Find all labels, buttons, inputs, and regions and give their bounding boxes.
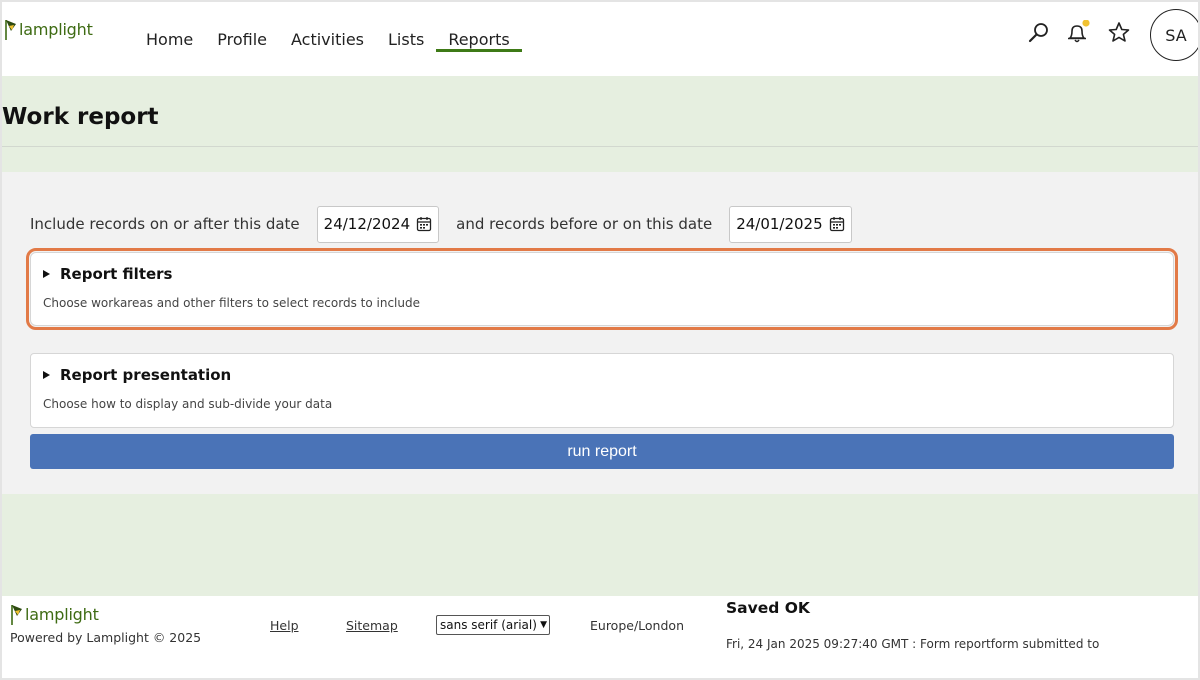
content-spacer: [2, 494, 1198, 596]
nav-activities-label: Activities: [291, 29, 364, 49]
nav-lists-label: Lists: [388, 29, 425, 49]
calendar-icon[interactable]: [416, 216, 432, 232]
footer-logo[interactable]: lamplight: [10, 603, 99, 625]
nav-reports-label: Reports: [448, 29, 510, 49]
nav-profile-label: Profile: [217, 29, 267, 49]
from-date-label: Include records on or after this date: [30, 215, 300, 233]
report-presentation-description: Choose how to display and sub-divide you…: [43, 397, 333, 411]
nav-home-label: Home: [146, 29, 194, 49]
expand-triangle-icon: [43, 371, 50, 379]
nav-home[interactable]: Home: [134, 2, 205, 76]
saved-status-message: Fri, 24 Jan 2025 09:27:40 GMT : Form rep…: [726, 637, 1100, 651]
lamp-icon: [5, 20, 16, 40]
sitemap-link[interactable]: Sitemap: [346, 618, 398, 633]
to-date-label: and records before or on this date: [456, 215, 713, 233]
nav-lists[interactable]: Lists: [376, 2, 436, 76]
logo-text: lamplight: [19, 20, 93, 39]
expand-triangle-icon: [43, 270, 50, 278]
footer: lamplight Powered by Lamplight © 2025 He…: [2, 596, 1198, 678]
user-avatar[interactable]: SA: [1150, 9, 1200, 61]
font-select-value: sans serif (arial): [440, 618, 537, 632]
report-filters-section[interactable]: Report filters Choose workareas and othe…: [26, 248, 1178, 330]
report-presentation-toggle[interactable]: Report presentation: [43, 366, 231, 384]
top-header: lamplight Home Profile Activities Lists …: [2, 2, 1198, 76]
nav-reports[interactable]: Reports: [436, 2, 523, 76]
nav-activities[interactable]: Activities: [279, 2, 376, 76]
footer-logo-text: lamplight: [25, 605, 99, 624]
font-select[interactable]: sans serif (arial) ▼: [436, 615, 550, 635]
chevron-down-icon: ▼: [540, 620, 547, 630]
report-filters-description: Choose workareas and other filters to se…: [43, 296, 420, 310]
help-link[interactable]: Help: [270, 618, 299, 633]
report-presentation-section[interactable]: Report presentation Choose how to displa…: [30, 353, 1174, 428]
run-report-button[interactable]: run report: [30, 434, 1174, 469]
notification-bell-icon[interactable]: [1064, 20, 1090, 46]
lamplight-logo[interactable]: lamplight: [4, 18, 93, 40]
to-date-input[interactable]: 24/01/2025: [729, 205, 852, 243]
report-presentation-title: Report presentation: [60, 366, 232, 384]
powered-by-text: Powered by Lamplight © 2025: [10, 630, 202, 645]
date-range-row: Include records on or after this date 24…: [30, 205, 852, 243]
main-nav: Home Profile Activities Lists Reports: [134, 2, 523, 76]
lamp-icon: [11, 605, 22, 625]
saved-status-title: Saved OK: [726, 599, 810, 617]
to-date-value: 24/01/2025: [736, 215, 823, 233]
calendar-icon[interactable]: [829, 216, 845, 232]
title-band: Work report: [2, 76, 1198, 172]
page-title: Work report: [2, 104, 159, 130]
title-divider: [2, 146, 1198, 147]
report-form: Include records on or after this date 24…: [2, 172, 1198, 494]
user-initials: SA: [1165, 25, 1187, 45]
report-filters-title: Report filters: [60, 265, 173, 283]
nav-profile[interactable]: Profile: [205, 2, 279, 76]
from-date-value: 24/12/2024: [323, 215, 411, 233]
favourite-star-icon[interactable]: [1106, 20, 1132, 46]
search-icon[interactable]: [1026, 20, 1052, 46]
from-date-input[interactable]: 24/12/2024: [316, 205, 440, 243]
report-filters-toggle[interactable]: Report filters: [43, 265, 173, 283]
timezone-text: Europe/London: [590, 618, 684, 633]
